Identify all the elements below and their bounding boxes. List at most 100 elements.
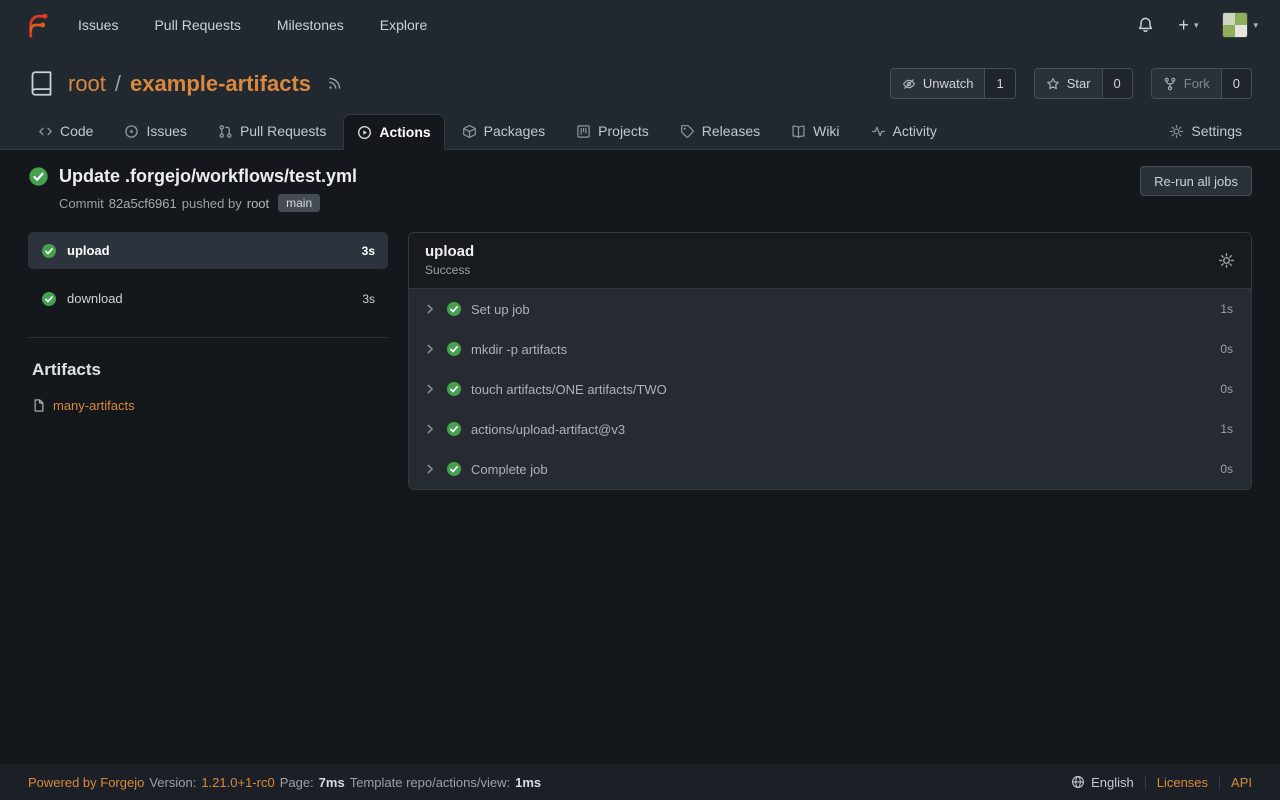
fork-button-group: Fork 0 xyxy=(1151,68,1252,99)
steps-list: Set up job 1s mkdir -p artifacts 0s xyxy=(409,289,1251,489)
footer: Powered by Forgejo Version: 1.21.0+1-rc0… xyxy=(0,764,1280,800)
forgejo-logo-icon[interactable] xyxy=(22,10,52,40)
repo-title-row: root / example-artifacts xyxy=(0,68,1280,99)
chevron-right-icon xyxy=(423,422,437,436)
tab-projects[interactable]: Projects xyxy=(562,113,663,149)
actions-run-view: Update .forgejo/workflows/test.yml Commi… xyxy=(0,150,1280,764)
step-success-icon xyxy=(446,381,462,397)
bell-icon xyxy=(1137,16,1154,34)
watchers-count[interactable]: 1 xyxy=(984,69,1014,98)
footer-right: English Licenses API xyxy=(1060,775,1252,790)
tab-wiki[interactable]: Wiki xyxy=(777,113,853,149)
run-title: Update .forgejo/workflows/test.yml xyxy=(59,166,357,187)
job-success-icon xyxy=(41,243,57,259)
step-duration: 0s xyxy=(1220,342,1233,356)
author-link[interactable]: root xyxy=(247,196,269,211)
rss-icon[interactable] xyxy=(327,76,342,91)
nav-item-milestones[interactable]: Milestones xyxy=(277,17,344,33)
tab-activity-label: Activity xyxy=(893,123,937,139)
sidebar-divider xyxy=(28,337,388,338)
job-name: upload xyxy=(67,243,110,258)
artifact-download-link[interactable]: many-artifacts xyxy=(53,398,135,413)
fork-button[interactable]: Fork xyxy=(1152,69,1221,98)
repo-action-buttons: Unwatch 1 Star 0 xyxy=(890,68,1252,99)
chevron-down-icon: ▾ xyxy=(1253,20,1258,31)
language-selector[interactable]: English xyxy=(1060,775,1145,790)
tab-activity[interactable]: Activity xyxy=(857,113,951,149)
step-duration: 1s xyxy=(1220,302,1233,316)
run-meta: Commit 82a5cf6961 pushed by root main xyxy=(59,194,357,212)
step-row-setup-job[interactable]: Set up job 1s xyxy=(409,289,1251,329)
tab-packages[interactable]: Packages xyxy=(448,113,559,149)
step-name: mkdir -p artifacts xyxy=(471,342,567,357)
artifacts-heading: Artifacts xyxy=(28,360,388,380)
job-item-download[interactable]: download 3s xyxy=(28,280,388,317)
stars-count[interactable]: 0 xyxy=(1102,69,1132,98)
tab-code[interactable]: Code xyxy=(24,113,107,149)
run-success-icon xyxy=(28,166,49,187)
chevron-right-icon xyxy=(423,462,437,476)
tab-settings-label: Settings xyxy=(1191,123,1242,139)
tab-pull-requests-label: Pull Requests xyxy=(240,123,326,139)
branch-badge[interactable]: main xyxy=(278,194,320,212)
job-log-settings-button[interactable] xyxy=(1218,252,1235,269)
create-new-button[interactable]: + ▾ xyxy=(1178,16,1198,34)
repo-header: root / example-artifacts xyxy=(0,50,1280,150)
page-time-label: Page: xyxy=(280,775,314,790)
tag-icon xyxy=(680,124,695,139)
tab-packages-label: Packages xyxy=(484,123,545,139)
star-button[interactable]: Star xyxy=(1035,69,1102,98)
repo-name-link[interactable]: example-artifacts xyxy=(130,71,311,97)
version-value-link[interactable]: 1.21.0+1-rc0 xyxy=(201,775,274,790)
git-fork-icon xyxy=(1163,77,1177,91)
tab-issues-label: Issues xyxy=(146,123,186,139)
step-row-complete-job[interactable]: Complete job 0s xyxy=(409,449,1251,489)
notifications-button[interactable] xyxy=(1137,16,1154,34)
run-body: upload 3s download 3s Artifacts man xyxy=(0,224,1280,490)
rerun-all-jobs-button[interactable]: Re-run all jobs xyxy=(1140,166,1252,196)
tab-projects-label: Projects xyxy=(598,123,649,139)
play-circle-icon xyxy=(357,125,372,140)
file-icon xyxy=(32,398,46,413)
licenses-link[interactable]: Licenses xyxy=(1145,775,1219,790)
job-detail-header: upload Success xyxy=(409,233,1251,289)
user-menu-button[interactable]: ▾ xyxy=(1222,12,1258,38)
issue-circle-icon xyxy=(124,124,139,139)
tab-wiki-label: Wiki xyxy=(813,123,839,139)
nav-item-issues[interactable]: Issues xyxy=(78,17,118,33)
step-name: actions/upload-artifact@v3 xyxy=(471,422,625,437)
job-duration: 3s xyxy=(362,244,375,258)
step-row-upload-artifact[interactable]: actions/upload-artifact@v3 1s xyxy=(409,409,1251,449)
step-success-icon xyxy=(446,301,462,317)
step-name: Set up job xyxy=(471,302,530,317)
nav-item-explore[interactable]: Explore xyxy=(380,17,427,33)
job-name: download xyxy=(67,291,123,306)
template-time-label: Template repo/actions/view: xyxy=(350,775,510,790)
job-item-upload[interactable]: upload 3s xyxy=(28,232,388,269)
wiki-book-icon xyxy=(791,124,806,139)
artifact-item[interactable]: many-artifacts xyxy=(28,398,388,413)
powered-by-link[interactable]: Powered by Forgejo xyxy=(28,775,144,790)
repo-owner-link[interactable]: root xyxy=(68,71,106,97)
forks-count[interactable]: 0 xyxy=(1221,69,1251,98)
step-row-mkdir[interactable]: mkdir -p artifacts 0s xyxy=(409,329,1251,369)
nav-item-pull-requests[interactable]: Pull Requests xyxy=(154,17,240,33)
gear-icon xyxy=(1169,124,1184,139)
commit-label: Commit xyxy=(59,196,104,211)
run-header-left: Update .forgejo/workflows/test.yml Commi… xyxy=(28,166,357,212)
step-row-touch-artifacts[interactable]: touch artifacts/ONE artifacts/TWO 0s xyxy=(409,369,1251,409)
step-duration: 0s xyxy=(1220,382,1233,396)
job-status-text: Success xyxy=(425,263,474,277)
api-link[interactable]: API xyxy=(1219,775,1252,790)
tab-settings[interactable]: Settings xyxy=(1155,113,1256,149)
commit-sha-link[interactable]: 82a5cf6961 xyxy=(109,196,177,211)
unwatch-button[interactable]: Unwatch xyxy=(891,69,985,98)
unwatch-label: Unwatch xyxy=(923,76,974,91)
job-duration: 3s xyxy=(362,292,375,306)
tab-actions[interactable]: Actions xyxy=(343,114,444,150)
tab-issues[interactable]: Issues xyxy=(110,113,200,149)
version-label: Version: xyxy=(149,775,196,790)
star-label: Star xyxy=(1067,76,1091,91)
tab-pull-requests[interactable]: Pull Requests xyxy=(204,113,340,149)
tab-releases[interactable]: Releases xyxy=(666,113,774,149)
